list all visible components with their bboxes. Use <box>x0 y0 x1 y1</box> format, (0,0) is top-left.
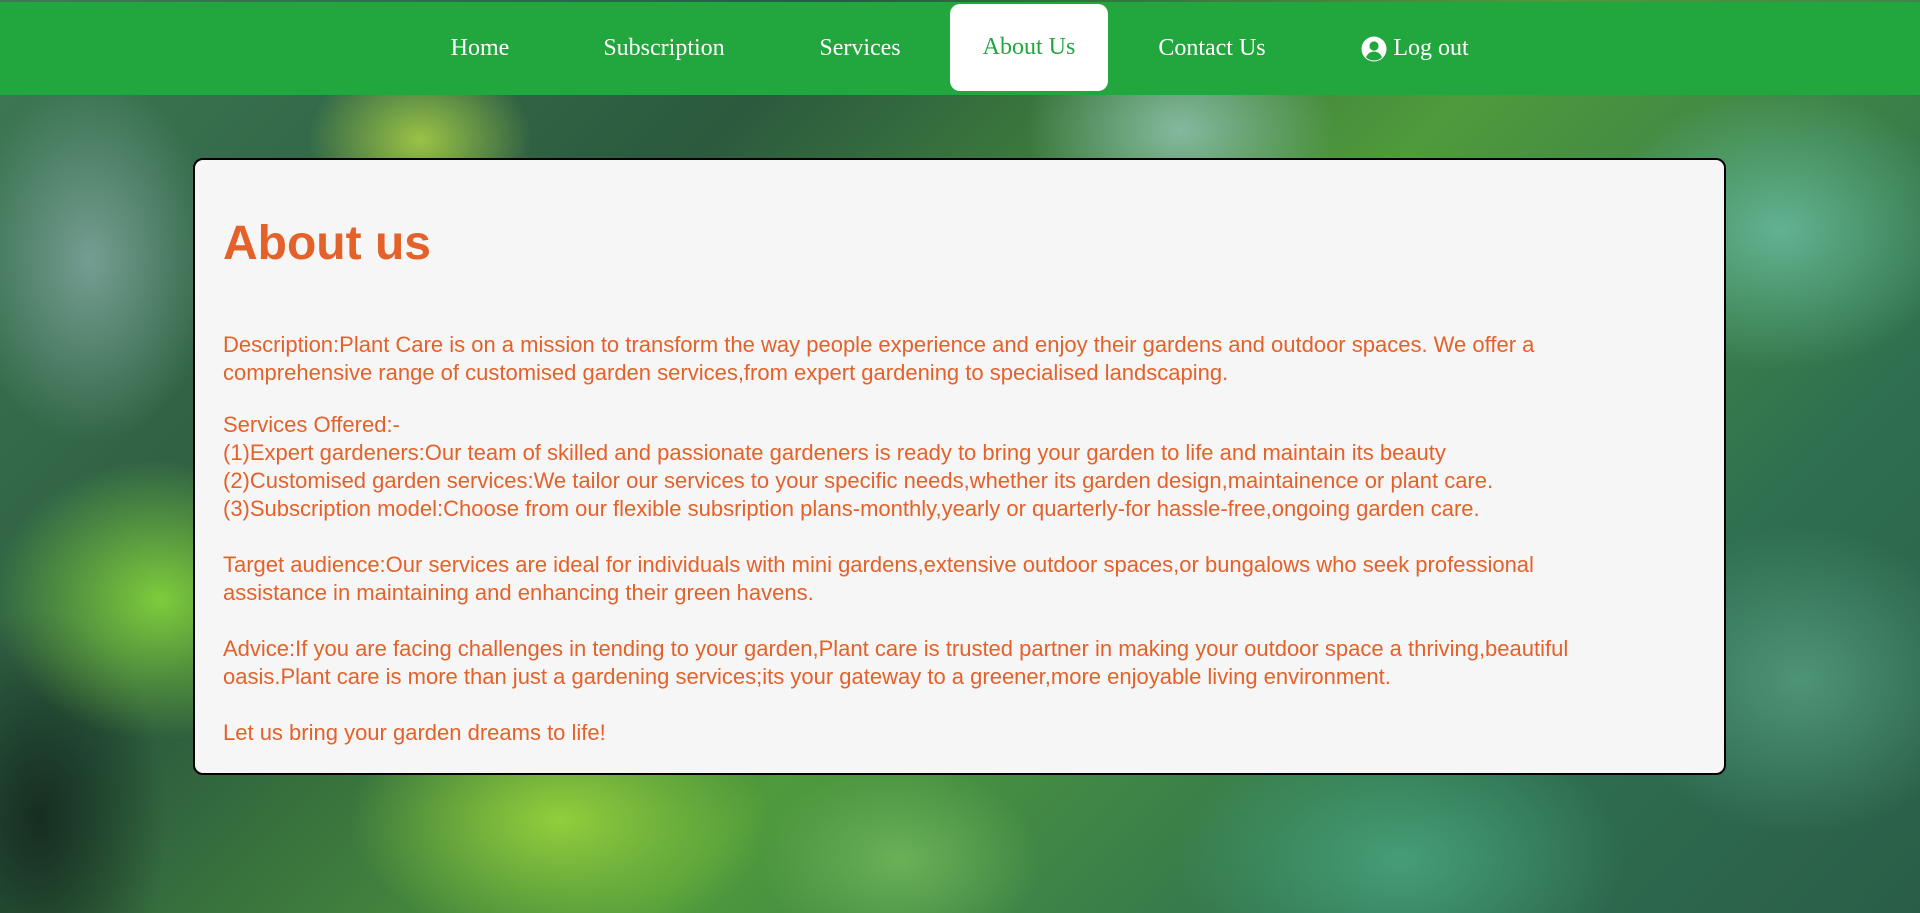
nav-item-subscription[interactable]: Subscription <box>586 2 742 95</box>
services-heading: Services Offered:- <box>223 412 400 437</box>
target-audience-line: assistance in maintaining and enhancing … <box>223 580 814 605</box>
nav-item-about-us[interactable]: About Us <box>950 4 1108 91</box>
service-item: (1)Expert gardeners:Our team of skilled … <box>223 440 1446 465</box>
log-out-label: Log out <box>1393 35 1469 61</box>
service-item: (3)Subscription model:Choose from our fl… <box>223 496 1480 521</box>
description-line: Description:Plant Care is on a mission t… <box>223 332 1535 357</box>
nav-item-services[interactable]: Services <box>804 2 916 95</box>
description-line: comprehensive range of customised garden… <box>223 360 1229 385</box>
advice-line: oasis.Plant care is more than just a gar… <box>223 664 1391 689</box>
nav-item-home[interactable]: Home <box>432 2 528 95</box>
about-us-card: About us Description:Plant Care is on a … <box>193 158 1726 775</box>
top-navbar: Home Subscription Services About Us Cont… <box>0 2 1920 95</box>
advice-line: Advice:If you are facing challenges in t… <box>223 636 1569 661</box>
nav-item-log-out[interactable]: Log out <box>1350 2 1480 95</box>
about-body: Description:Plant Care is on a mission t… <box>223 331 1696 747</box>
service-item: (2)Customised garden services:We tailor … <box>223 468 1494 493</box>
closing-line: Let us bring your garden dreams to life! <box>223 720 606 745</box>
page-title: About us <box>223 217 431 270</box>
nav-item-contact-us[interactable]: Contact Us <box>1146 2 1278 95</box>
user-circle-icon <box>1361 36 1387 61</box>
target-audience-line: Target audience:Our services are ideal f… <box>223 552 1534 577</box>
nav-list: Home Subscription Services About Us Cont… <box>0 2 1920 95</box>
